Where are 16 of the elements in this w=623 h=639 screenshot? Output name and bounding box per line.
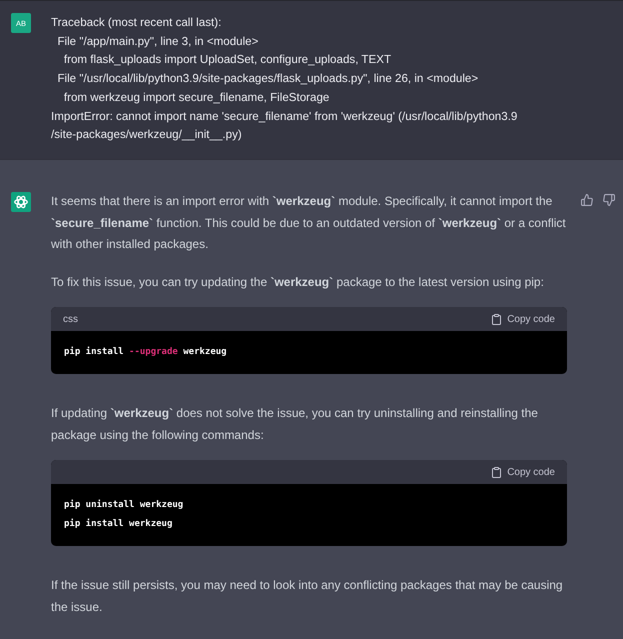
message-paragraph: If the issue still persists, you may need to look into any conflicting packages that may be causing the issue. <box>51 577 564 616</box>
code-line: pip install --upgrade werkzeug <box>64 346 228 360</box>
code-language-label: css <box>63 314 78 325</box>
assistant-avatar-icon <box>11 192 31 212</box>
code-line: pip install werkzeug <box>64 518 174 532</box>
code-line: pip uninstall werkzeug <box>64 498 184 512</box>
message-paragraph: It seems that there is an import error with `werkzeug` module. Specifically, it cannot import the `secure_filename` function. This could be due to an outdated version of `werkzeug` or a conflict with other installed packages. <box>51 192 567 254</box>
clipboard-icon <box>492 466 502 478</box>
clipboard-icon <box>492 314 502 325</box>
thumbs-down-icon[interactable] <box>603 194 615 206</box>
copy-code-button[interactable]: Copy code <box>492 314 555 325</box>
message-paragraph: To fix this issue, you can try updating the `werkzeug` package to the latest version using pip: <box>51 274 545 291</box>
traceback-text: Traceback (most recent call last): File "/app/main.py", line 3, in <module> from flask_uploads import UploadSet, configure_uploads, TEXT File "/usr/local/lib/python3.9/site-packages/flask_uploads.py", line 26, in <module> from werkzeug import secure_filename, FileStorage ImportError: cannot import name 'secure_filename' from 'werkzeug' (/usr/local/lib/python3.9 /site-packages/werkzeug/__init__.py) <box>51 15 518 144</box>
thumbs-up-icon[interactable] <box>581 194 593 206</box>
message-paragraph: If updating `werkzeug` does not solve the issue, you can try uninstalling and reinstalling the package using the following commands: <box>51 405 539 444</box>
copy-code-button[interactable]: Copy code <box>492 466 555 478</box>
